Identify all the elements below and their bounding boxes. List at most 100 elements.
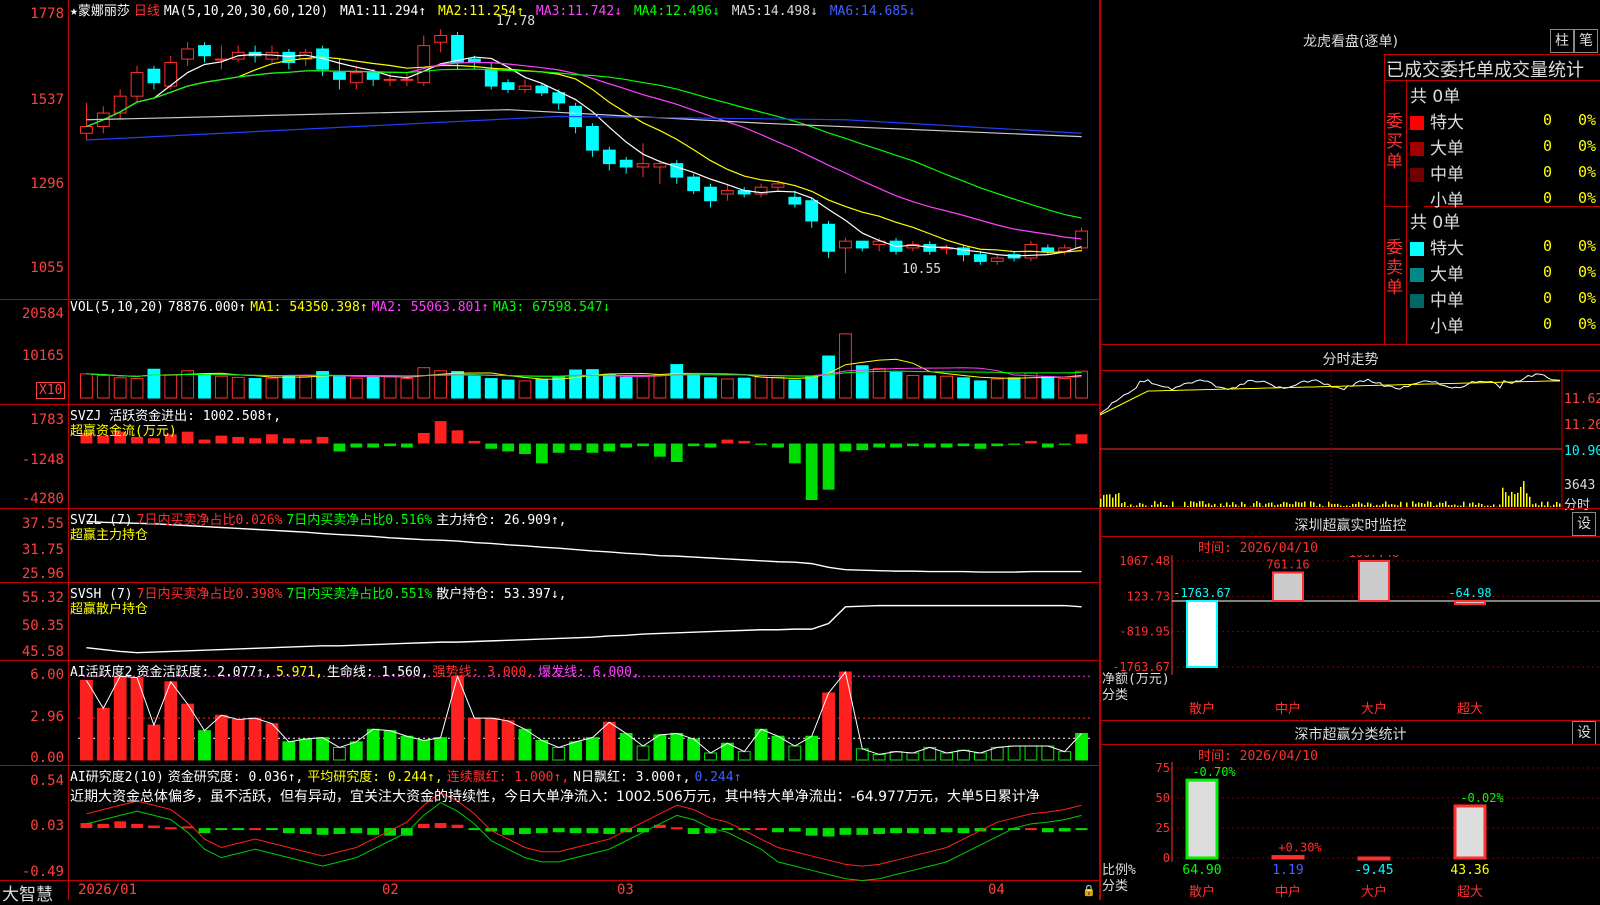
intraday-vol-bar bbox=[1202, 501, 1204, 507]
activity-bar bbox=[671, 733, 683, 760]
activity-bar bbox=[806, 736, 818, 760]
main-chart-area[interactable]: 1778 1537 1296 1055 20584 10165 X10 1783… bbox=[0, 0, 1100, 900]
stats-bar bbox=[1187, 780, 1217, 858]
activity-bar bbox=[418, 740, 430, 760]
intraday-vol-bar bbox=[1397, 505, 1399, 507]
dragon-table-header: 已成交委托单成交量统计 bbox=[1386, 56, 1584, 82]
intraday-vol-bar bbox=[1136, 505, 1138, 507]
research-bar bbox=[873, 828, 885, 834]
buy-side-label: 委买单 bbox=[1386, 112, 1404, 172]
activity-bar bbox=[199, 731, 211, 760]
stats-y-tick: 0 bbox=[1163, 851, 1170, 865]
research-bar bbox=[806, 828, 818, 836]
lock-icon[interactable]: 🔒 bbox=[1082, 884, 1096, 897]
research-bar bbox=[165, 827, 177, 829]
research-bar bbox=[199, 828, 211, 833]
row-count: 0 bbox=[1543, 163, 1552, 181]
fund-flow-bar bbox=[637, 444, 649, 447]
sell-row-3: 小单 bbox=[1410, 312, 1464, 337]
intraday-vol-bar bbox=[1283, 502, 1285, 507]
fund-flow-bar bbox=[1059, 444, 1071, 445]
activity-bar bbox=[587, 738, 599, 760]
ai-activity-header: AI活跃度2资金活跃度: 2.077↑,5.971,生命线: 1.560,强势线… bbox=[70, 661, 644, 680]
volume-bar bbox=[840, 334, 852, 398]
color-swatch bbox=[1410, 142, 1424, 156]
y-tick: 1778 bbox=[0, 6, 64, 22]
intraday-vol-bar bbox=[1163, 505, 1165, 507]
intraday-vol-bar bbox=[1463, 502, 1465, 507]
research-bar bbox=[755, 828, 767, 830]
intraday-vol-bar bbox=[1415, 504, 1417, 507]
volume-bar bbox=[620, 377, 632, 398]
stats-pct-label: -0.70% bbox=[1192, 765, 1236, 779]
activity-bar bbox=[266, 724, 278, 760]
intraday-vol-bar bbox=[1298, 502, 1300, 507]
research-bar bbox=[384, 828, 396, 836]
intraday-vol-bar bbox=[1412, 501, 1414, 507]
stats-x-tick: 大户 bbox=[1361, 884, 1387, 900]
volume-bar bbox=[468, 376, 480, 398]
intraday-vol-bar bbox=[1316, 506, 1318, 507]
fund-flow-bar bbox=[688, 444, 700, 447]
intraday-vol-bar bbox=[1103, 495, 1105, 507]
ma3-item: MA3:11.742↓ bbox=[536, 4, 622, 19]
sz-monitor-settings-button[interactable]: 设 bbox=[1572, 512, 1596, 536]
row-count: 0 bbox=[1543, 111, 1552, 129]
research-bar bbox=[215, 828, 227, 830]
row-label: 特大 bbox=[1430, 113, 1464, 133]
research-bar bbox=[1059, 828, 1071, 831]
research-bar bbox=[97, 824, 109, 828]
fund-flow-bar bbox=[603, 444, 615, 452]
monitor-x-tick: 散户 bbox=[1189, 701, 1215, 717]
stats-bar bbox=[1359, 858, 1389, 859]
tick-view-button[interactable]: 笔 bbox=[1574, 29, 1598, 53]
volume-bar bbox=[1025, 373, 1037, 398]
fund-flow-bar bbox=[468, 441, 480, 444]
candle bbox=[840, 241, 852, 248]
fund-flow-bar bbox=[1076, 434, 1088, 443]
volume-bar bbox=[991, 379, 1003, 398]
research-bar bbox=[890, 828, 902, 833]
brand-logo[interactable]: 大智慧 bbox=[2, 880, 53, 905]
row-count: 0 bbox=[1543, 315, 1552, 333]
fund-flow-bar bbox=[873, 444, 885, 448]
volume-bar bbox=[772, 377, 784, 398]
volume-bar bbox=[148, 369, 160, 398]
research-bar bbox=[553, 828, 565, 832]
intraday-price-tick: 10.90 bbox=[1564, 444, 1600, 459]
y-tick: 10165 bbox=[0, 348, 64, 364]
activity-bar bbox=[452, 676, 464, 760]
activity-bar bbox=[840, 672, 852, 760]
intraday-vol-bar bbox=[1541, 502, 1543, 507]
monitor-bar-label: 761.16 bbox=[1266, 557, 1309, 571]
intraday-vol-bar bbox=[1157, 504, 1159, 507]
activity-bar bbox=[637, 746, 649, 760]
intraday-vol-bar bbox=[1538, 505, 1540, 507]
row-label: 中单 bbox=[1430, 291, 1464, 311]
stock-name[interactable]: ★蒙娜丽莎 bbox=[70, 4, 130, 19]
intraday-vol-bar bbox=[1523, 481, 1525, 507]
intraday-vol-bar bbox=[1370, 503, 1372, 507]
period-label[interactable]: 日线 bbox=[134, 4, 160, 19]
sell-row-2: 中单 bbox=[1410, 286, 1464, 311]
volume-bar bbox=[603, 374, 615, 398]
fund-flow-bar bbox=[671, 444, 683, 462]
price-indicator-header: ★蒙娜丽莎日线MA(5,10,20,30,60,120) MA1:11.294↑… bbox=[70, 0, 920, 19]
fund-flow-bar bbox=[182, 432, 194, 444]
y-tick: 31.75 bbox=[0, 542, 64, 558]
dragon-tiger-panel: 龙虎看盘(逐单) 柱 笔 bbox=[1101, 0, 1600, 342]
volume-bar bbox=[1008, 378, 1020, 398]
y-tick: 1783 bbox=[0, 412, 64, 428]
y-tick: 1296 bbox=[0, 176, 64, 192]
activity-bar bbox=[1042, 746, 1054, 760]
stats-pct-label: +0.30% bbox=[1278, 841, 1322, 855]
intraday-chart[interactable] bbox=[1100, 371, 1600, 507]
volume-bar bbox=[215, 376, 227, 398]
chart-canvas[interactable] bbox=[0, 0, 1100, 900]
stats-value-label: 64.90 bbox=[1182, 863, 1221, 878]
volume-bar bbox=[637, 376, 649, 398]
intraday-vol-bar bbox=[1196, 503, 1198, 507]
bar-view-button[interactable]: 柱 bbox=[1550, 29, 1574, 53]
research-bar bbox=[688, 828, 700, 834]
sz-stats-settings-button[interactable]: 设 bbox=[1572, 721, 1596, 745]
